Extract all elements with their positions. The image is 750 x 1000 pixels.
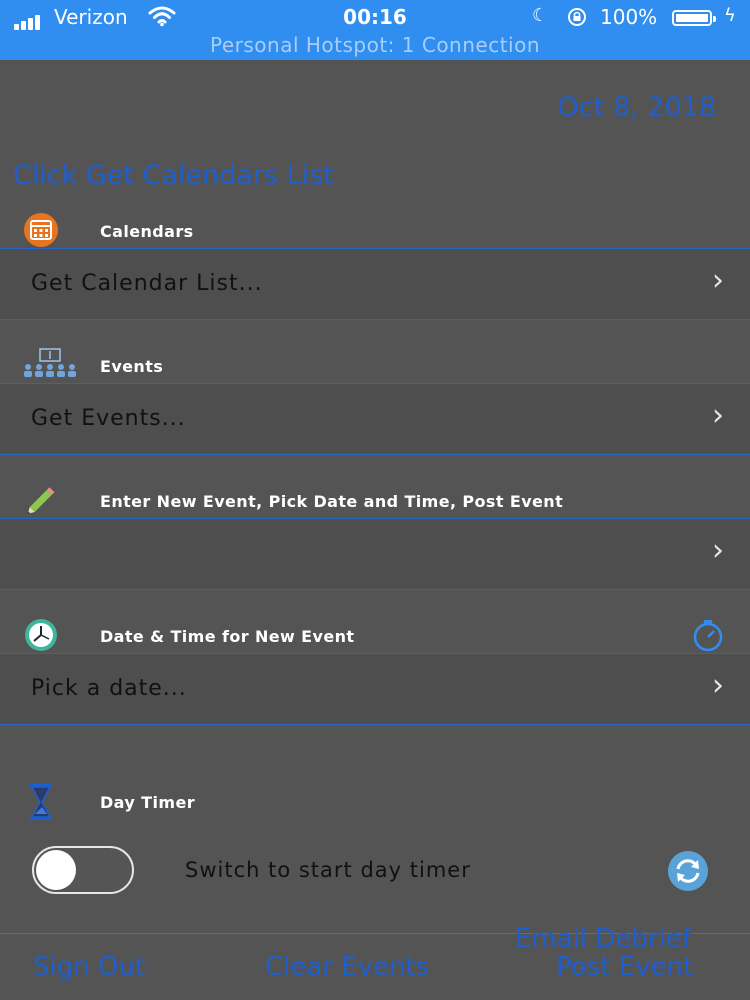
- sign-out-button[interactable]: Sign Out: [33, 952, 145, 982]
- date-time-section-header: Date & Time for New Event: [0, 617, 750, 657]
- clock-icon: [22, 617, 60, 655]
- date-time-header-label: Date & Time for New Event: [100, 627, 355, 646]
- events-header-label: Events: [100, 357, 164, 376]
- moon-icon: ☾: [532, 5, 549, 26]
- status-bar: Verizon 00:16 ☾ 100% ϟ Personal Hotspot:…: [0, 0, 750, 60]
- calendar-icon: [22, 212, 60, 250]
- new-event-header-label: Enter New Event, Pick Date and Time, Pos…: [100, 492, 564, 511]
- events-section-header: Events: [0, 347, 750, 387]
- get-events-label: Get Events...: [31, 406, 186, 431]
- get-calendar-list-row[interactable]: Get Calendar List... ›: [0, 248, 750, 320]
- pencil-icon: [22, 482, 60, 520]
- events-people-icon: [22, 347, 78, 385]
- current-date: Oct 8, 2018: [557, 92, 716, 123]
- email-debrief-button[interactable]: Email Debrief: [515, 924, 691, 954]
- stopwatch-icon[interactable]: [688, 617, 728, 653]
- pick-date-row[interactable]: Pick a date... ›: [0, 653, 750, 725]
- pick-date-label: Pick a date...: [31, 676, 187, 701]
- chevron-right-icon: ›: [712, 263, 724, 298]
- post-event-button[interactable]: Post Event: [556, 952, 693, 982]
- calendars-header-label: Calendars: [100, 222, 194, 241]
- instruction-hint: Click Get Calendars List: [13, 160, 334, 191]
- day-timer-switch-label: Switch to start day timer: [185, 858, 471, 882]
- hourglass-icon: [22, 783, 60, 821]
- battery-percent: 100%: [600, 5, 658, 29]
- get-calendar-list-label: Get Calendar List...: [31, 271, 263, 296]
- battery-icon: [672, 10, 716, 26]
- day-timer-section-header: Day Timer: [0, 783, 750, 823]
- hotspot-banner[interactable]: Personal Hotspot: 1 Connection: [0, 33, 750, 57]
- calendars-section-header: Calendars: [0, 212, 750, 252]
- new-event-section-header: Enter New Event, Pick Date and Time, Pos…: [0, 482, 750, 522]
- chevron-right-icon: ›: [712, 398, 724, 433]
- charging-icon: ϟ: [724, 5, 736, 26]
- chevron-right-icon: ›: [712, 533, 724, 568]
- switch-knob: [36, 850, 76, 890]
- get-events-row[interactable]: Get Events... ›: [0, 383, 750, 455]
- day-timer-header-label: Day Timer: [100, 793, 195, 812]
- new-event-entry-row[interactable]: ›: [0, 518, 750, 590]
- refresh-icon[interactable]: [660, 850, 716, 892]
- rotation-lock-icon: [566, 6, 588, 33]
- day-timer-switch[interactable]: [32, 846, 134, 894]
- chevron-right-icon: ›: [712, 668, 724, 703]
- clear-events-button[interactable]: Clear Events: [265, 952, 429, 982]
